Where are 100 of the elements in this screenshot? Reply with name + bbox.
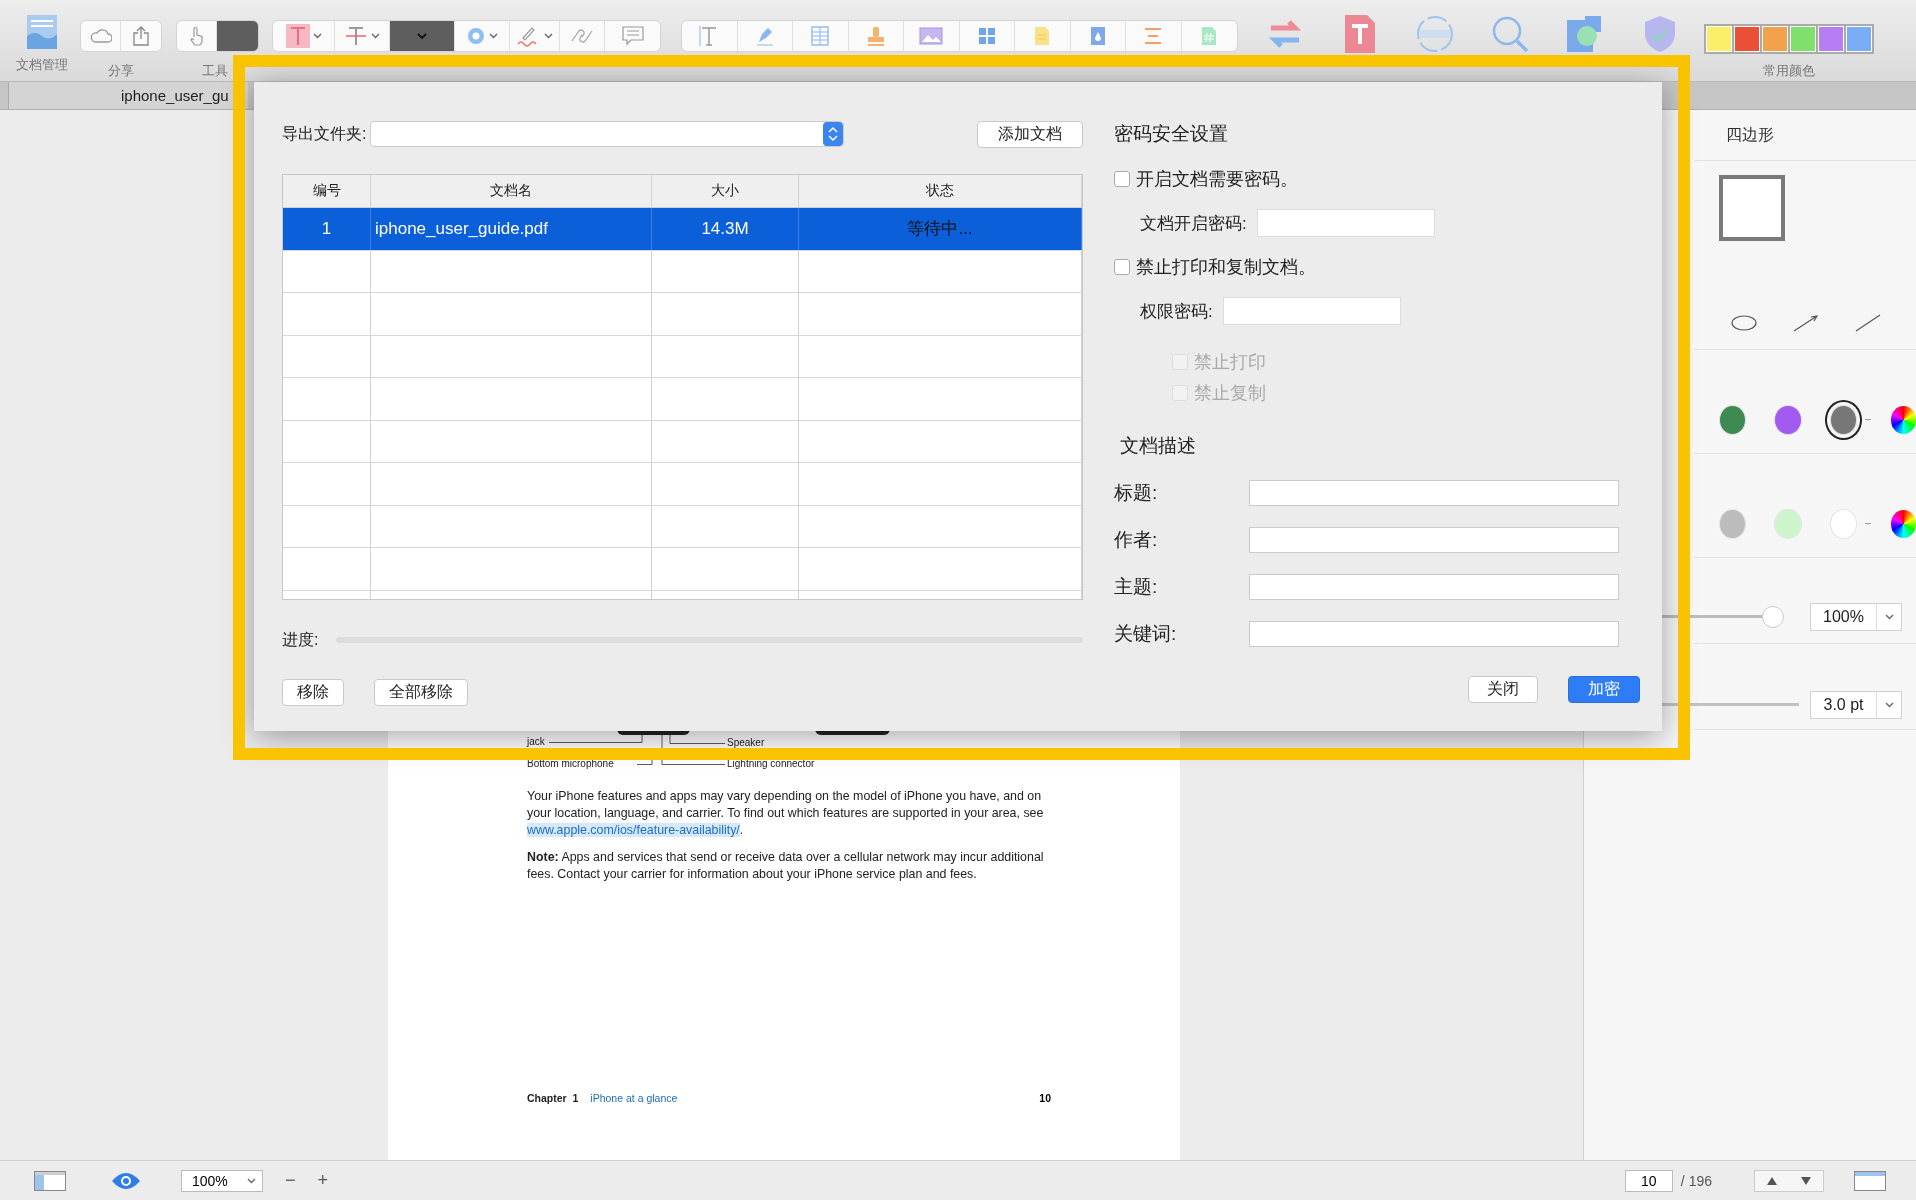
input-field[interactable] <box>1249 480 1619 506</box>
strikethrough-icon <box>344 24 368 48</box>
progress-label: 进度: <box>282 629 319 650</box>
chevron-down-icon <box>247 1177 256 1184</box>
text-lines-icon <box>1144 27 1163 45</box>
opacity-dropdown[interactable]: 100% <box>1810 602 1902 631</box>
input-field[interactable] <box>1249 621 1619 647</box>
callout-label: jack <box>527 736 545 748</box>
input-field[interactable] <box>1249 527 1619 553</box>
color-dot[interactable] <box>1719 508 1747 539</box>
remove-all-button[interactable]: 全部移除 <box>374 679 468 706</box>
color-dot[interactable] <box>1774 508 1802 539</box>
arrow-icon[interactable] <box>1793 313 1819 332</box>
toolbar-label: 工具 <box>202 62 228 80</box>
chevron-down-icon <box>1884 701 1894 708</box>
column-header[interactable]: 状态 <box>799 175 1082 207</box>
page-number-field[interactable]: 10 <box>1624 1169 1673 1192</box>
close-button[interactable]: 关闭 <box>1468 676 1538 703</box>
page-number: 10 <box>1039 1092 1051 1104</box>
checkbox[interactable] <box>1114 171 1130 187</box>
page-total: / 196 <box>1680 1172 1712 1189</box>
paragraph: Your iPhone features and apps may vary depending on the model of iPhone you have, and on your location, language, and carrier. To find out which features are supported in your area, see www.apple.com/ios/feature-availability/. <box>527 788 1045 839</box>
chapter-label: Chapter 1 <box>527 1092 579 1104</box>
input-field[interactable] <box>1249 574 1619 600</box>
select-tool-button[interactable] <box>217 21 258 51</box>
color-swatch[interactable] <box>1790 26 1816 52</box>
section-title: 密码安全设置 <box>1114 122 1229 146</box>
encrypt-button[interactable]: 加密 <box>1568 676 1640 703</box>
field-label: 文档开启密码: <box>1140 212 1247 235</box>
grid-icon <box>978 28 995 44</box>
zoom-dropdown[interactable]: 100% <box>181 1169 263 1192</box>
color-dot[interactable] <box>1719 404 1747 435</box>
document-icon <box>26 14 58 50</box>
link-icon <box>569 28 595 44</box>
color-swatch[interactable] <box>1762 26 1788 52</box>
up-triangle-icon <box>1767 1176 1777 1185</box>
document-icon <box>1089 26 1106 46</box>
toolbar-label: 常用颜色 <box>1763 62 1815 80</box>
checkbox-label: 开启文档需要密码。 <box>1136 168 1298 191</box>
column-header[interactable]: 编号 <box>283 175 371 207</box>
field-label: 作者: <box>1114 528 1159 552</box>
stepper-arrows-icon <box>828 126 839 142</box>
eye-icon[interactable] <box>111 1171 141 1190</box>
export-folder-select[interactable] <box>370 121 845 147</box>
checkbox-label: 禁止打印 <box>1194 350 1266 374</box>
column-header[interactable]: 文档名 <box>371 175 652 207</box>
table-cell: iphone_user_guide.pdf <box>371 208 652 250</box>
password-field[interactable] <box>1256 209 1435 237</box>
add-document-button[interactable]: 添加文档 <box>977 120 1083 148</box>
line-icon[interactable] <box>1855 313 1881 332</box>
password-field[interactable] <box>1222 297 1401 325</box>
chevron-down-icon <box>489 33 498 39</box>
circle-icon <box>466 26 486 46</box>
color-wheel-icon[interactable] <box>1890 509 1916 538</box>
table-cell: 14.3M <box>652 208 799 250</box>
color-swatch[interactable] <box>1706 26 1732 52</box>
toolbar-label: 文档管理 <box>16 56 68 74</box>
chevron-down-icon <box>1884 613 1894 620</box>
text-highlight-icon <box>285 24 310 48</box>
link[interactable]: www.apple.com/ios/feature-availability/ <box>527 823 740 837</box>
table-cell: 1 <box>283 208 371 250</box>
slider-thumb[interactable] <box>1762 605 1784 628</box>
pen-icon <box>754 26 775 46</box>
remove-button[interactable]: 移除 <box>282 679 344 706</box>
ellipse-icon[interactable] <box>1731 314 1757 331</box>
sidebar-toggle-icon[interactable] <box>34 1170 66 1191</box>
search-icon <box>1490 14 1530 54</box>
line-width-dropdown[interactable]: 3.0 pt <box>1810 690 1902 719</box>
view-mode-icon[interactable] <box>1854 1170 1886 1191</box>
note-paragraph: Note: Apps and services that send or receive data over a cellular network may incur additional fees. Contact your carrier for information about your iPhone service plan and fees. <box>527 849 1045 883</box>
color-dot[interactable] <box>1774 404 1802 435</box>
document-manager-button[interactable] <box>26 14 58 50</box>
callout-label: Speaker <box>727 737 765 749</box>
toolbar-label: 分享 <box>108 62 134 80</box>
field-label: 权限密码: <box>1140 300 1213 323</box>
color-swatch[interactable] <box>1846 26 1872 52</box>
document-icon <box>1201 26 1218 46</box>
table-row[interactable]: 1 iphone_user_guide.pdf 14.3M 等待中... <box>283 208 1082 251</box>
zoom-in-button[interactable]: + <box>317 1170 329 1191</box>
chapter-title-link[interactable]: iPhone at a glance <box>590 1092 678 1104</box>
color-swatch[interactable] <box>1818 26 1844 52</box>
color-swatch[interactable] <box>1734 26 1760 52</box>
color-wheel-icon[interactable] <box>1890 405 1916 434</box>
checkbox[interactable] <box>1114 259 1130 275</box>
down-triangle-icon <box>1801 1176 1811 1185</box>
chevron-down-icon <box>312 33 322 39</box>
panel-title: 四边形 <box>1726 124 1774 145</box>
color-dot[interactable] <box>1829 508 1858 539</box>
section-title: 文档描述 <box>1120 434 1197 458</box>
shield-icon <box>1643 14 1677 54</box>
zoom-out-button[interactable]: − <box>285 1170 296 1191</box>
cloud-icon <box>89 29 112 43</box>
rectangle-preview-icon <box>1719 175 1785 241</box>
field-label: 关键词: <box>1114 622 1178 646</box>
export-folder-label: 导出文件夹: <box>282 123 367 144</box>
table-cell: 等待中... <box>799 208 1082 250</box>
column-header[interactable]: 大小 <box>652 175 799 207</box>
color-dropdown-button[interactable] <box>390 21 455 51</box>
document-tab[interactable]: iphone_user_gu <box>8 82 248 109</box>
hand-icon <box>188 26 205 46</box>
